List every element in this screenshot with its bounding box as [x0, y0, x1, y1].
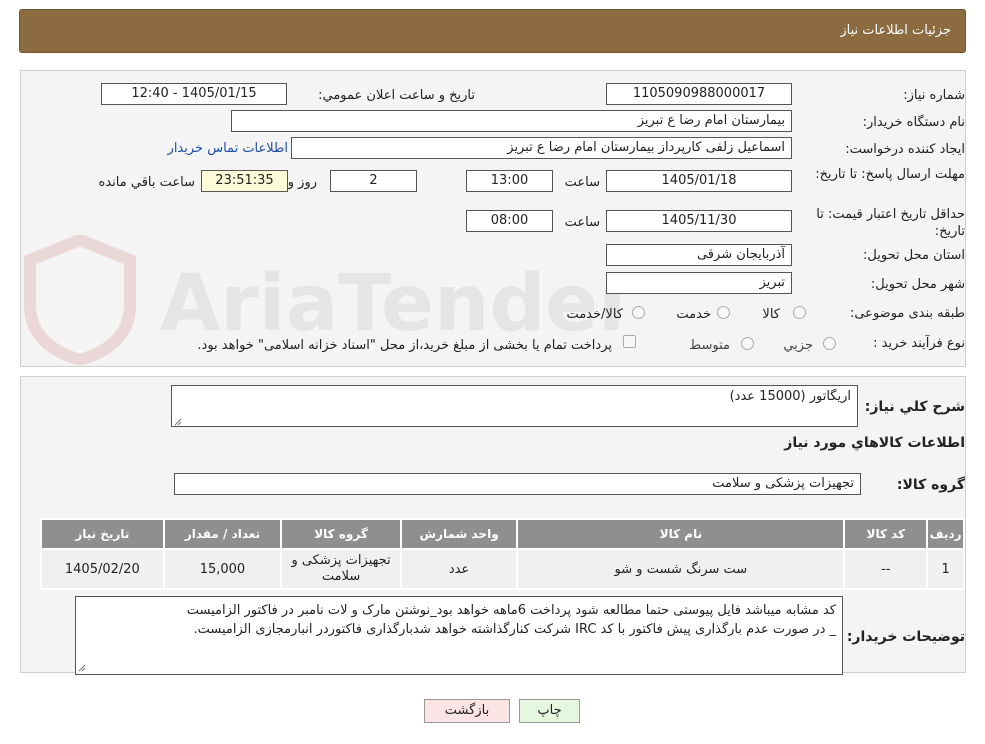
print-button[interactable]: چاپ	[519, 699, 580, 723]
table-header-row: رديف كد كالا نام كالا واحد شمارش گروه كا…	[40, 518, 965, 550]
items-section-title: اطلاعات كالاهاي مورد نياز	[784, 435, 965, 451]
process-medium-label: متوسط	[689, 338, 730, 353]
buyer-notes-label: توضيحات خريدار:	[846, 629, 965, 645]
validity-time-label: ساعت	[564, 215, 600, 230]
cell-item-code: --	[843, 548, 929, 590]
process-minor-label: جزيي	[783, 338, 813, 353]
page-title: جزئیات اطلاعات نیاز	[840, 23, 951, 38]
goods-group-label: گروه كالا:	[896, 477, 965, 493]
buyer-notes-line-2: _ در صورت عدم بارگذاری پیش فاکتور با کد …	[193, 622, 836, 637]
validity-time-field: 08:00	[466, 210, 553, 232]
announce-label: تاریخ و ساعت اعلان عمومي:	[318, 88, 475, 103]
process-minor-radio[interactable]	[823, 337, 836, 350]
process-label: نوع فرآيند خريد :	[873, 336, 965, 351]
summary-field: اريگاتور (15000 عدد)	[171, 385, 858, 427]
col-need-date: تاريخ نياز	[40, 518, 165, 550]
days-label: روز و	[287, 175, 317, 190]
buyer-org-label: نام دستگاه خريدار:	[862, 115, 965, 130]
treasury-payment-note: پرداخت تمام يا بخشی از مبلغ خريد،از محل …	[197, 338, 612, 353]
contact-buyer-link[interactable]: اطلاعات تماس خريدار	[168, 141, 288, 156]
need-number-field: 1105090988000017	[606, 83, 792, 105]
cell-row-number: 1	[926, 548, 965, 590]
deadline-date-field: 1405/01/18	[606, 170, 792, 192]
process-medium-radio[interactable]	[741, 337, 754, 350]
category-goods-radio[interactable]	[793, 306, 806, 319]
city-field: تبریز	[606, 272, 792, 294]
deadline-time-label: ساعت	[564, 175, 600, 190]
deadline-time-field: 13:00	[466, 170, 553, 192]
creator-field: اسماعیل زلفی کارپرداز بیمارستان امام رضا…	[291, 137, 792, 159]
deadline-label: مهلت ارسال پاسخ: تا تاريخ:	[815, 167, 965, 182]
col-item-code: كد كالا	[843, 518, 929, 550]
resize-handle-icon[interactable]	[174, 418, 182, 426]
category-goods-service-label: کالا/خدمت	[566, 307, 623, 322]
col-row-number: رديف	[926, 518, 965, 550]
buyer-org-field: بیمارستان امام رضا ع تبریز	[231, 110, 792, 132]
table-row: 1 -- ست سرنگ شست و شو عدد تجهیزات پزشکی …	[40, 548, 965, 590]
category-service-radio[interactable]	[717, 306, 730, 319]
category-goods-service-radio[interactable]	[632, 306, 645, 319]
col-item-name: نام كالا	[516, 518, 846, 550]
cell-quantity: 15,000	[162, 548, 283, 590]
city-label: شهر محل تحويل:	[870, 277, 965, 292]
col-quantity: تعداد / مقدار	[162, 518, 283, 550]
category-label: طبقه بندی موضوعی:	[849, 306, 965, 321]
treasury-payment-checkbox[interactable]	[623, 335, 636, 348]
cell-group: تجهیزات پزشکی و سلامت	[280, 548, 402, 590]
days-field: 2	[330, 170, 417, 192]
cell-unit: عدد	[399, 548, 519, 590]
cell-need-date: 1405/02/20	[40, 548, 165, 590]
items-table: رديف كد كالا نام كالا واحد شمارش گروه كا…	[40, 518, 965, 590]
page-header: جزئیات اطلاعات نیاز	[19, 9, 966, 53]
announce-field: 1405/01/15 - 12:40	[101, 83, 287, 105]
back-button[interactable]: بازگشت	[424, 699, 510, 723]
province-label: استان محل تحويل:	[863, 248, 965, 263]
remaining-label: ساعت باقي مانده	[98, 175, 195, 190]
need-number-label: شماره نیاز:	[903, 88, 965, 103]
category-service-label: خدمت	[676, 307, 711, 322]
remaining-time-field: 23:51:35	[201, 170, 288, 192]
buyer-notes-field: کد مشابه میباشد فایل پیوستی حتما مطالعه …	[75, 596, 843, 675]
notes-resize-handle-icon[interactable]	[78, 664, 86, 672]
category-goods-label: کالا	[762, 307, 780, 322]
goods-group-field: تجهیزات پزشکی و سلامت	[174, 473, 861, 495]
validity-label: حداقل تاريخ اعتبار قيمت: تا تاريخ:	[816, 207, 965, 239]
cell-item-name: ست سرنگ شست و شو	[516, 548, 846, 590]
creator-label: ايجاد كننده درخواست:	[845, 142, 965, 157]
province-field: آذربایجان شرقی	[606, 244, 792, 266]
col-unit: واحد شمارش	[399, 518, 519, 550]
col-group: گروه كالا	[280, 518, 402, 550]
buyer-notes-line-1: کد مشابه میباشد فایل پیوستی حتما مطالعه …	[186, 603, 836, 618]
summary-label: شرح كلي نياز:	[864, 399, 965, 415]
validity-date-field: 1405/11/30	[606, 210, 792, 232]
